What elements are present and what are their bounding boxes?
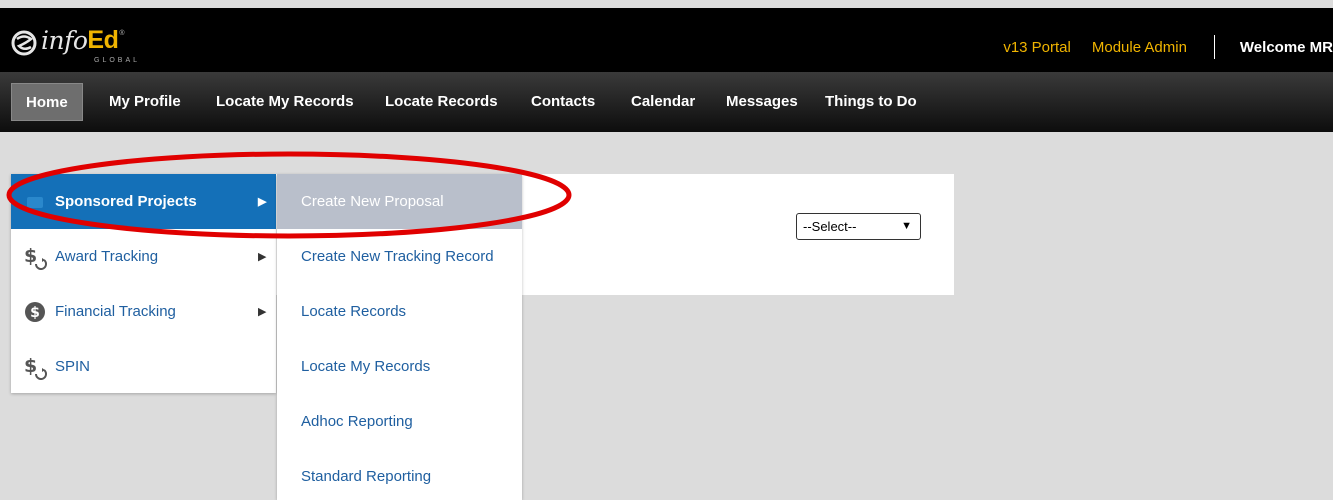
infoed-logo[interactable]: info Ed ® GLOBAL: [11, 26, 137, 64]
dollar-cycle-icon: $: [22, 244, 48, 270]
header-divider: [1213, 35, 1215, 59]
nav-calendar[interactable]: Calendar: [631, 83, 695, 121]
submenu-standard-reporting[interactable]: Standard Reporting: [277, 449, 522, 500]
nav-home[interactable]: Home: [11, 83, 83, 121]
logo-text-info: info: [41, 26, 88, 55]
v13-portal-link[interactable]: v13 Portal: [1003, 39, 1071, 56]
dropdown-arrow-icon: ▼: [901, 220, 912, 232]
submenu-create-new-tracking-record[interactable]: Create New Tracking Record: [277, 229, 522, 284]
sponsored-projects-icon: [22, 189, 48, 215]
svg-text:$: $: [24, 245, 37, 267]
menu-item-sponsored-projects[interactable]: Sponsored Projects ▶: [11, 174, 276, 229]
logo-text-ed: Ed: [87, 26, 119, 54]
dollar-circle-icon: $: [22, 299, 48, 325]
nav-things-to-do[interactable]: Things to Do: [825, 83, 917, 121]
menu-item-label: Award Tracking: [55, 248, 159, 265]
menu-item-spin[interactable]: $ SPIN: [11, 339, 276, 394]
select-value: --Select--: [803, 219, 857, 234]
menu-item-award-tracking[interactable]: $ Award Tracking ▶: [11, 229, 276, 284]
module-menu: Sponsored Projects ▶ $ Award Tracking ▶ …: [11, 174, 276, 393]
submenu-locate-my-records[interactable]: Locate My Records: [277, 339, 522, 394]
nav-my-profile[interactable]: My Profile: [109, 83, 181, 121]
sponsored-projects-submenu: Create New Proposal Create New Tracking …: [277, 174, 522, 500]
dollar-cycle-icon: $: [22, 354, 48, 380]
submenu-locate-records[interactable]: Locate Records: [277, 284, 522, 339]
select-dropdown[interactable]: --Select-- ▼: [796, 213, 921, 240]
submenu-arrow-icon: ▶: [258, 196, 267, 208]
welcome-user-text[interactable]: Welcome MR: [1240, 39, 1333, 56]
logo-text-global: GLOBAL: [94, 57, 141, 64]
module-admin-link[interactable]: Module Admin: [1092, 39, 1187, 56]
nav-locate-records[interactable]: Locate Records: [385, 83, 498, 121]
infoed-globe-icon: [11, 30, 37, 56]
menu-item-label: SPIN: [55, 358, 91, 375]
main-nav: Home My Profile Locate My Records Locate…: [0, 72, 1333, 132]
nav-messages[interactable]: Messages: [726, 83, 798, 121]
logo-registered-mark: ®: [119, 30, 125, 37]
submenu-arrow-icon: ▶: [258, 306, 267, 318]
top-header: info Ed ® GLOBAL v13 Portal Module Admin…: [0, 8, 1333, 72]
top-right-links: v13 Portal Module Admin Welcome MR: [1003, 35, 1333, 59]
submenu-create-new-proposal[interactable]: Create New Proposal: [277, 174, 522, 229]
menu-item-label: Financial Tracking: [55, 303, 176, 320]
submenu-arrow-icon: ▶: [258, 251, 267, 263]
nav-contacts[interactable]: Contacts: [531, 83, 595, 121]
svg-text:$: $: [30, 305, 40, 321]
menu-item-financial-tracking[interactable]: $ Financial Tracking ▶: [11, 284, 276, 339]
submenu-adhoc-reporting[interactable]: Adhoc Reporting: [277, 394, 522, 449]
svg-text:$: $: [24, 355, 37, 377]
nav-locate-my-records[interactable]: Locate My Records: [216, 83, 354, 121]
menu-item-label: Sponsored Projects: [55, 193, 197, 210]
